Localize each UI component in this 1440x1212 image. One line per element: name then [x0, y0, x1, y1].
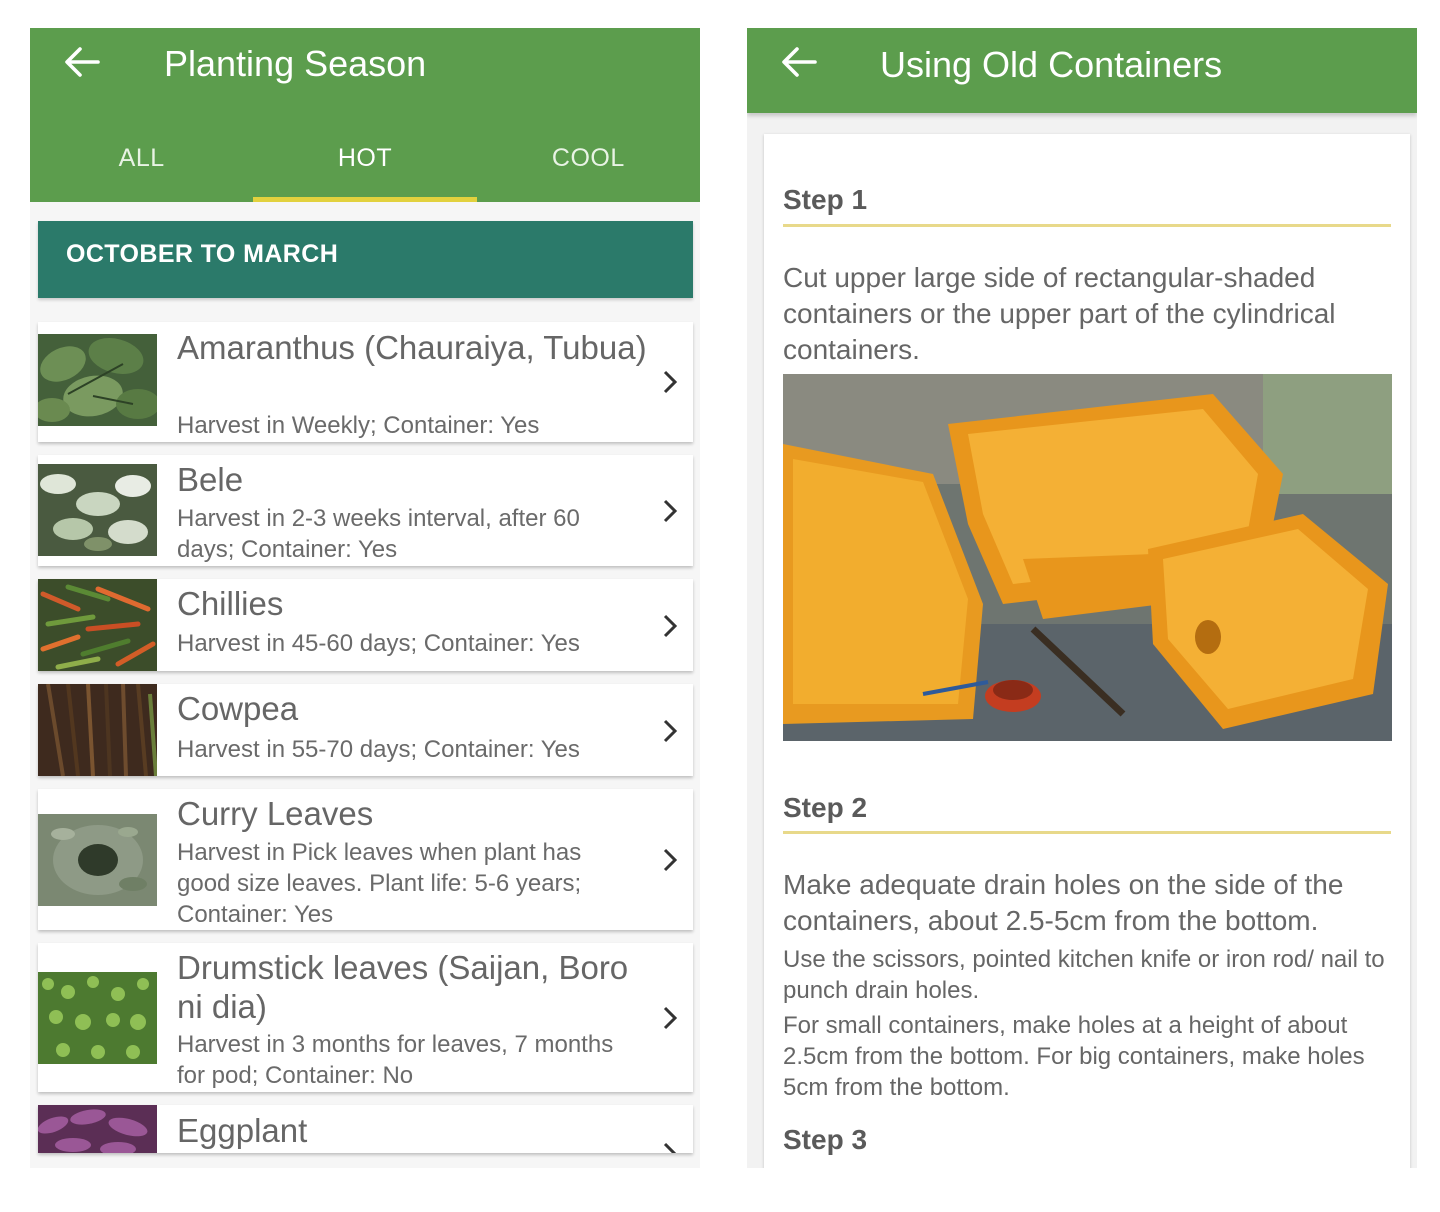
using-old-containers-screen: Using Old Containers Step 1 Cut upper la… [747, 28, 1417, 1168]
step-2-lead: Make adequate drain holes on the side of… [783, 869, 1344, 936]
list-item[interactable]: Chillies Harvest in 45-60 days; Containe… [38, 579, 693, 671]
app-bar: Using Old Containers [747, 28, 1417, 113]
step-2-heading: Step 2 [783, 792, 868, 823]
item-title: Chillies [177, 585, 284, 622]
tab-all[interactable]: ALL [30, 130, 253, 202]
page-title: Planting Season [164, 43, 427, 84]
eggplant-thumbnail [38, 1105, 157, 1153]
item-subtitle: Harvest in 55-70 days; Container: Yes [177, 736, 580, 763]
season-tabs: ALL HOT COOL [30, 130, 700, 202]
tab-hot[interactable]: HOT [253, 130, 477, 202]
step-divider [783, 224, 1391, 227]
chevron-right-icon [663, 1006, 678, 1030]
item-subtitle: Harvest in 2-3 weeks interval, after 60 … [177, 505, 580, 563]
item-title: Curry Leaves [177, 795, 374, 832]
item-title: Drumstick leaves (Saijan, Boro ni dia) [177, 949, 629, 1025]
chillies-thumbnail [38, 579, 157, 671]
step-divider [783, 831, 1391, 834]
item-title: Bele [177, 461, 244, 498]
chevron-right-icon [663, 848, 678, 872]
item-title: Cowpea [177, 690, 299, 727]
app-bar: Planting Season ALL HOT COOL [30, 28, 700, 202]
item-subtitle: Harvest in Pick leaves when plant has go… [177, 839, 582, 928]
step-2-text: Use the scissors, pointed kitchen knife … [783, 946, 1385, 1004]
step-1-text: Cut upper large side of rectangular-shad… [783, 262, 1336, 365]
chevron-right-icon [663, 614, 678, 638]
list-item[interactable]: Curry Leaves Harvest in Pick leaves when… [38, 789, 693, 930]
item-subtitle: Harvest in Weekly; Container: Yes [177, 412, 540, 439]
step-1-heading: Step 1 [783, 184, 868, 215]
cowpea-thumbnail [38, 684, 157, 776]
curry-leaves-thumbnail [38, 814, 157, 906]
back-arrow-icon[interactable] [779, 44, 819, 80]
drumstick-leaves-thumbnail [38, 972, 157, 1064]
list-item[interactable]: Amaranthus (Chauraiya, Tubua) Harvest in… [38, 322, 693, 442]
item-subtitle: Harvest in 3 months for leaves, 7 months… [177, 1031, 614, 1089]
item-subtitle: Harvest in 45-60 days; Container: Yes [177, 630, 580, 657]
chevron-right-icon [663, 499, 678, 523]
chevron-right-icon [663, 719, 678, 743]
instructions-card: Step 1 Cut upper large side of rectangul… [764, 134, 1410, 1168]
section-header: OCTOBER TO MARCH [38, 221, 693, 298]
list-item[interactable]: Cowpea Harvest in 55-70 days; Container:… [38, 684, 693, 776]
item-title: Amaranthus (Chauraiya, Tubua) [177, 329, 647, 366]
bele-thumbnail [38, 464, 157, 556]
back-arrow-icon[interactable] [62, 44, 102, 80]
planting-season-screen: Planting Season ALL HOT COOL OCTOBER TO … [30, 28, 700, 1168]
page-title: Using Old Containers [880, 44, 1223, 85]
chevron-right-icon [663, 370, 678, 394]
step-3-heading: Step 3 [783, 1124, 868, 1155]
item-title: Eggplant [177, 1112, 308, 1149]
tab-cool[interactable]: COOL [477, 130, 700, 202]
list-item[interactable]: Eggplant [38, 1105, 693, 1153]
list-item[interactable]: Bele Harvest in 2-3 weeks interval, afte… [38, 455, 693, 566]
chevron-right-icon [663, 1142, 677, 1153]
step-2-text: For small containers, make holes at a he… [783, 1012, 1365, 1101]
amaranthus-thumbnail [38, 334, 157, 426]
list-item[interactable]: Drumstick leaves (Saijan, Boro ni dia) H… [38, 943, 693, 1092]
containers-photo [783, 374, 1392, 741]
